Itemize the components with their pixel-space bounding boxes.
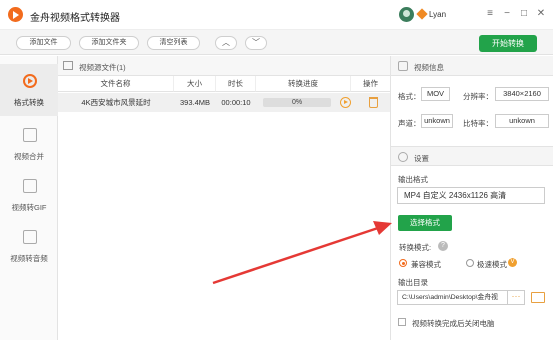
file-duration: 00:00:10 xyxy=(221,98,251,107)
column-header-duration: 时长 xyxy=(216,76,256,92)
minimize-button[interactable]: − xyxy=(501,8,513,20)
audio-label: 声道： xyxy=(398,119,421,128)
file-panel-header: 视频源文件(1) xyxy=(58,56,390,76)
file-panel-title: 视频源文件(1) xyxy=(79,63,126,72)
video-file-icon xyxy=(63,61,73,70)
convert-mode-label: 转换模式: xyxy=(399,243,432,252)
user-name[interactable]: Lyan xyxy=(429,10,446,19)
user-avatar[interactable] xyxy=(399,7,414,22)
close-button[interactable]: ✕ xyxy=(535,8,547,20)
column-header-size: 大小 xyxy=(174,76,216,92)
output-dir-label: 输出目录 xyxy=(398,278,428,287)
output-format-label: 输出格式 xyxy=(398,175,428,184)
column-header-progress: 转换进度 xyxy=(256,76,351,92)
compatible-mode-radio[interactable] xyxy=(399,259,407,267)
file-name: 4K西安城市风景延时 xyxy=(81,98,151,107)
shutdown-checkbox[interactable] xyxy=(398,318,406,326)
sidebar-item-video-merge[interactable]: 视频合并 xyxy=(0,118,58,170)
browse-more-button[interactable]: ··· xyxy=(507,290,525,305)
convert-icon xyxy=(23,74,37,88)
shutdown-label[interactable]: 视频转换完成后关闭电脑 xyxy=(412,318,495,329)
gear-icon xyxy=(398,152,408,162)
format-value: MOV xyxy=(421,87,450,101)
compatible-mode-label[interactable]: 兼容模式 xyxy=(411,259,441,270)
settings-header: 设置 xyxy=(391,146,553,166)
fast-mode-radio[interactable] xyxy=(466,259,474,267)
play-icon[interactable] xyxy=(340,97,351,108)
progress-bar: 0% xyxy=(263,98,331,107)
audio-icon xyxy=(23,230,37,244)
app-title: 金舟视频格式转换器 xyxy=(30,13,120,24)
sidebar-item-label: 视频转音频 xyxy=(10,254,48,263)
toolbar: 添加文件 添加文件夹 清空列表 ︿ ﹀ 开始转换 xyxy=(0,30,553,55)
select-format-button[interactable]: 选择格式 xyxy=(398,215,452,231)
resolution-label: 分辨率： xyxy=(463,92,493,101)
vip-badge-icon: V xyxy=(508,258,517,267)
settings-title: 设置 xyxy=(414,154,429,163)
add-folder-button[interactable]: 添加文件夹 xyxy=(79,36,139,50)
maximize-button[interactable]: □ xyxy=(518,8,530,20)
info-icon xyxy=(398,61,408,71)
clear-list-button[interactable]: 清空列表 xyxy=(147,36,200,50)
column-header-name: 文件名称 xyxy=(58,76,174,92)
move-down-button[interactable]: ﹀ xyxy=(245,36,267,50)
sidebar-item-label: 视频转GIF xyxy=(11,203,47,212)
merge-icon xyxy=(23,128,37,142)
vip-icon xyxy=(416,8,428,20)
title-bar: 金舟视频格式转换器 Lyan ≡ − □ ✕ xyxy=(0,0,553,30)
help-icon[interactable]: ? xyxy=(438,241,448,251)
sidebar-item-label: 格式转换 xyxy=(14,98,44,107)
gif-icon xyxy=(23,179,37,193)
format-label: 格式： xyxy=(398,92,421,101)
menu-icon[interactable]: ≡ xyxy=(484,8,496,20)
resolution-value: 3840×2160 xyxy=(495,87,549,101)
table-row[interactable]: 4K西安城市风景延时 393.4MB 00:00:10 0% xyxy=(58,93,390,112)
video-info-title: 视频信息 xyxy=(414,63,444,72)
bitrate-value: unkown xyxy=(495,114,549,128)
sidebar-item-video-to-audio[interactable]: 视频转音频 xyxy=(0,220,58,272)
add-file-button[interactable]: 添加文件 xyxy=(16,36,71,50)
sidebar-item-video-to-gif[interactable]: 视频转GIF xyxy=(0,169,58,221)
bitrate-label: 比特率： xyxy=(463,119,493,128)
sidebar: 格式转换 视频合并 视频转GIF 视频转音频 xyxy=(0,56,58,340)
file-size: 393.4MB xyxy=(179,98,211,107)
audio-value: unkown xyxy=(421,114,453,128)
start-convert-button[interactable]: 开始转换 xyxy=(479,35,537,52)
file-panel: 视频源文件(1) 文件名称 大小 时长 转换进度 操作 4K西安城市风景延时 3… xyxy=(58,56,390,340)
app-logo-icon xyxy=(8,7,23,22)
column-header-actions: 操作 xyxy=(351,76,390,92)
output-format-field[interactable]: MP4 自定义 2436x1126 高清 xyxy=(397,187,545,204)
trash-icon[interactable] xyxy=(369,97,378,108)
output-dir-field[interactable]: C:\Users\admin\Desktop\金舟视 xyxy=(397,290,508,305)
folder-icon[interactable] xyxy=(531,292,545,303)
sidebar-item-label: 视频合并 xyxy=(14,152,44,161)
sidebar-item-format-convert[interactable]: 格式转换 xyxy=(0,64,58,116)
fast-mode-label[interactable]: 极速模式 xyxy=(477,259,507,270)
settings-panel: 视频信息 格式： MOV 分辨率： 3840×2160 声道： unkown 比… xyxy=(390,56,553,340)
video-info-header: 视频信息 xyxy=(391,56,553,76)
move-up-button[interactable]: ︿ xyxy=(215,36,237,50)
